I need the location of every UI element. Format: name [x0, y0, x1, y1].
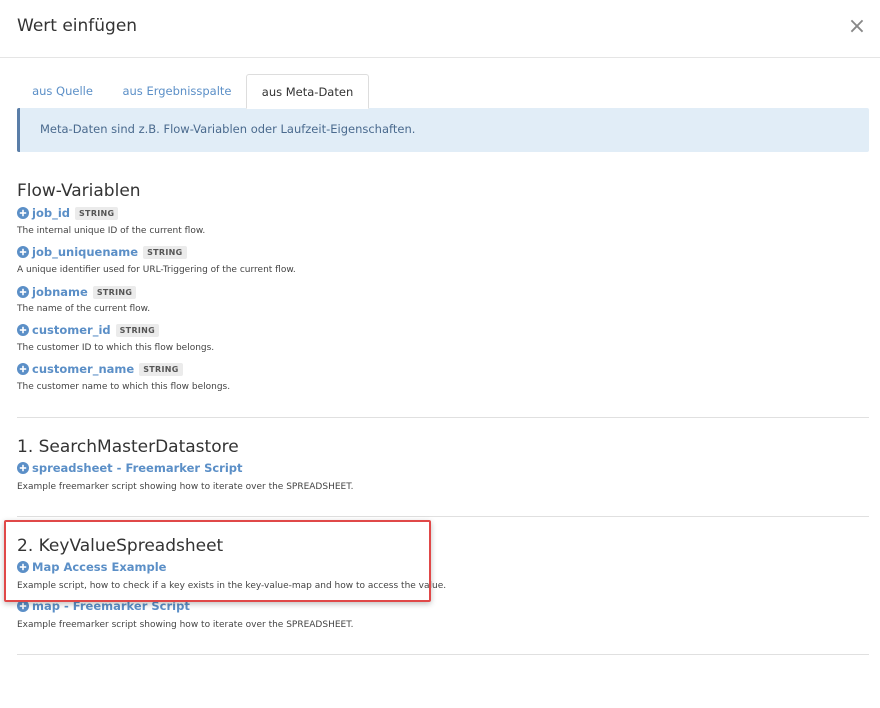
plus-circle-icon	[17, 207, 29, 219]
variable-description: The customer ID to which this flow belon…	[17, 343, 215, 353]
variable-description: Example script, how to check if a key ex…	[17, 581, 447, 591]
tab-aus-quelle[interactable]: aus Quelle	[17, 74, 108, 109]
variable-description: The customer name to which this flow bel…	[17, 382, 231, 392]
type-badge: STRING	[75, 206, 119, 220]
section-title-search-master-datastore: 1. SearchMasterDatastore	[17, 437, 239, 457]
variable-row[interactable]: spreadsheet - Freemarker Script	[17, 460, 243, 476]
info-alert: Meta-Daten sind z.B. Flow-Variablen oder…	[17, 108, 869, 152]
variable-description: The name of the current flow.	[17, 304, 151, 314]
section-title-flow-variablen: Flow-Variablen	[17, 181, 141, 201]
tab-bar: aus Quelle aus Ergebnisspalte aus Meta-D…	[17, 74, 869, 109]
tab-aus-ergebnisspalte[interactable]: aus Ergebnisspalte	[110, 74, 244, 109]
variable-row[interactable]: job_id STRING	[17, 205, 119, 221]
section-divider	[17, 654, 869, 655]
variable-link[interactable]: spreadsheet - Freemarker Script	[32, 461, 243, 475]
plus-circle-icon	[17, 462, 29, 474]
variable-row[interactable]: Map Access Example	[17, 559, 166, 575]
plus-circle-icon	[17, 600, 29, 612]
variable-row[interactable]: map - Freemarker Script	[17, 598, 190, 614]
close-icon[interactable]: ×	[846, 14, 868, 40]
variable-link[interactable]: map - Freemarker Script	[32, 599, 190, 613]
plus-circle-icon	[17, 561, 29, 573]
variable-row[interactable]: customer_id STRING	[17, 322, 160, 338]
plus-circle-icon	[17, 246, 29, 258]
tab-aus-meta-daten[interactable]: aus Meta-Daten	[246, 74, 369, 109]
section-divider	[17, 417, 869, 418]
section-divider	[17, 516, 869, 517]
type-badge: STRING	[115, 323, 160, 337]
variable-row[interactable]: customer_name STRING	[17, 361, 183, 377]
plus-circle-icon	[17, 363, 29, 375]
type-badge: STRING	[139, 362, 183, 376]
variable-description: Example freemarker script showing how to…	[17, 482, 354, 492]
variable-description: A unique identifier used for URL-Trigger…	[17, 265, 296, 275]
variable-link[interactable]: Map Access Example	[32, 560, 166, 574]
variable-link[interactable]: job_id	[32, 206, 70, 220]
variable-description: Example freemarker script showing how to…	[17, 620, 354, 630]
type-badge: STRING	[92, 285, 137, 299]
variable-link[interactable]: jobname	[32, 285, 88, 299]
plus-circle-icon	[17, 286, 29, 298]
variable-link[interactable]: job_uniquename	[32, 245, 138, 259]
variable-link[interactable]: customer_name	[32, 362, 134, 376]
variable-row[interactable]: jobname STRING	[17, 284, 137, 300]
modal-title: Wert einfügen	[17, 16, 138, 36]
variable-description: The internal unique ID of the current fl…	[17, 226, 206, 236]
section-title-key-value-spreadsheet: 2. KeyValueSpreadsheet	[17, 536, 224, 556]
type-badge: STRING	[143, 245, 187, 259]
variable-link[interactable]: customer_id	[32, 323, 111, 337]
plus-circle-icon	[17, 324, 29, 336]
info-text: Meta-Daten sind z.B. Flow-Variablen oder…	[40, 122, 416, 136]
modal-header: Wert einfügen ×	[0, 0, 880, 58]
variable-row[interactable]: job_uniquename STRING	[17, 244, 187, 260]
